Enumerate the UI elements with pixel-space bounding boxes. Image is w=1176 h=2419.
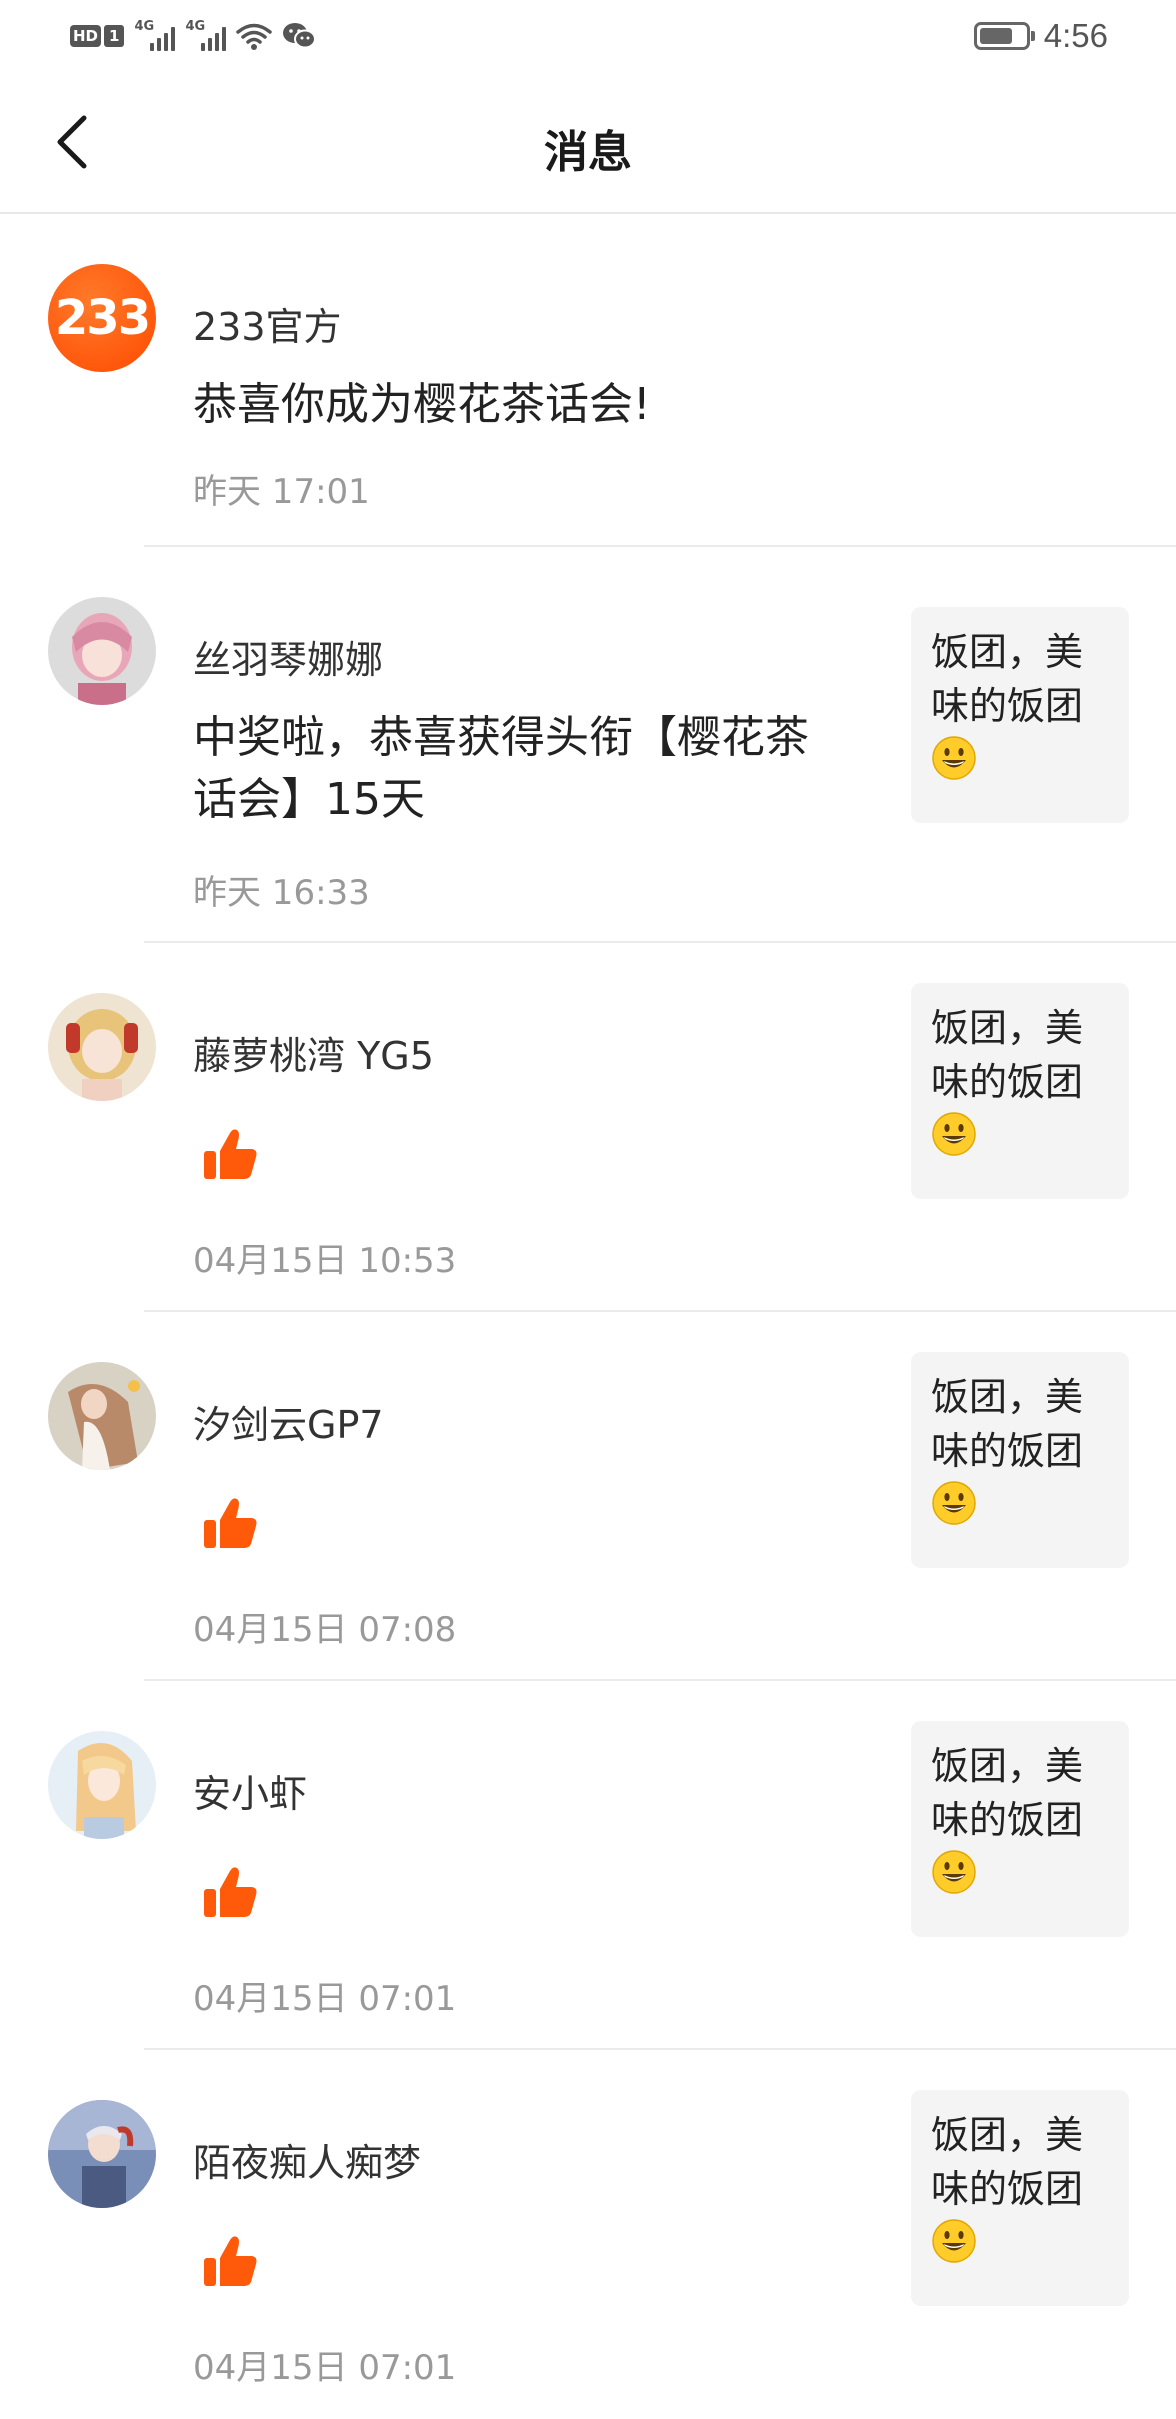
sender-name: 藤萝桃湾 YG5: [193, 1034, 434, 1078]
status-bar: HD 1 4G 4G 4:56: [0, 0, 1176, 72]
avatar[interactable]: [48, 993, 156, 1101]
thumbs-up-icon[interactable]: [200, 1125, 260, 1185]
message-list: 233 233官方 恭喜你成为樱花茶话会! 昨天 17:01 丝羽琴娜娜 中奖啦…: [0, 214, 1176, 2419]
grinning-face-icon: [932, 1481, 976, 1525]
avatar-image: [48, 597, 156, 705]
message-item[interactable]: 丝羽琴娜娜 中奖啦，恭喜获得头衔【樱花茶话会】15天 昨天 16:33 饭团，美…: [0, 547, 1176, 943]
message-item[interactable]: 汐剑云GP7 04月15日 07:08 饭团，美味的饭团: [0, 1312, 1176, 1681]
avatar[interactable]: [48, 1362, 156, 1470]
quoted-content[interactable]: 饭团，美味的饭团: [911, 1721, 1129, 1937]
quoted-text: 饭团，美味的饭团: [931, 2113, 1084, 2211]
quoted-text: 饭团，美味的饭团: [931, 1006, 1084, 1104]
message-time: 昨天 16:33: [193, 873, 370, 913]
message-text: 恭喜你成为樱花茶话会!: [193, 379, 651, 430]
quoted-content[interactable]: 饭团，美味的饭团: [911, 1352, 1129, 1568]
message-time: 04月15日 07:01: [193, 1979, 457, 2019]
status-bar-left: HD 1 4G 4G: [70, 19, 317, 51]
signal-icon-1: 4G: [134, 19, 176, 51]
grinning-face-icon: [932, 1112, 976, 1156]
avatar[interactable]: [48, 597, 156, 705]
grinning-face-icon: [932, 736, 976, 780]
network-type-1: 4G: [134, 19, 155, 34]
message-item[interactable]: 藤萝桃湾 YG5 04月15日 10:53 饭团，美味的饭团: [0, 943, 1176, 1312]
message-time: 04月15日 07:01: [193, 2348, 457, 2388]
grinning-face-icon: [932, 2219, 976, 2263]
sender-name: 丝羽琴娜娜: [193, 638, 384, 682]
avatar[interactable]: [48, 2100, 156, 2208]
sender-name: 汐剑云GP7: [193, 1403, 384, 1447]
hd-badge: HD 1: [70, 22, 125, 50]
avatar-text: 233: [54, 290, 151, 346]
thumbs-up-icon[interactable]: [200, 1863, 260, 1923]
quoted-content[interactable]: 饭团，美味的饭团: [911, 2090, 1129, 2306]
nav-bar: 消息: [0, 72, 1176, 214]
thumbs-up-icon[interactable]: [200, 1494, 260, 1554]
message-time: 04月15日 10:53: [193, 1241, 457, 1281]
message-time: 昨天 17:01: [193, 472, 370, 512]
quoted-text: 饭团，美味的饭团: [931, 1375, 1084, 1473]
avatar-image: [48, 1362, 156, 1470]
message-item[interactable]: 安小虾 04月15日 07:01 饭团，美味的饭团: [0, 1681, 1176, 2050]
message-item[interactable]: 陌夜痴人痴梦 04月15日 07:01 饭团，美味的饭团: [0, 2050, 1176, 2419]
status-bar-right: 4:56: [973, 17, 1108, 55]
avatar[interactable]: [48, 1731, 156, 1839]
grinning-face-icon: [932, 1850, 976, 1894]
quoted-content[interactable]: 饭团，美味的饭团: [911, 983, 1129, 1199]
quoted-content[interactable]: 饭团，美味的饭团: [911, 607, 1129, 823]
sender-name: 安小虾: [193, 1772, 308, 1816]
quoted-text: 饭团，美味的饭团: [931, 630, 1084, 728]
message-item[interactable]: 233 233官方 恭喜你成为樱花茶话会! 昨天 17:01: [0, 214, 1176, 547]
avatar-image: [48, 1731, 156, 1839]
wechat-icon: [283, 23, 317, 49]
sender-name: 陌夜痴人痴梦: [193, 2141, 422, 2185]
signal-icon-2: 4G: [185, 19, 227, 51]
thumbs-up-icon[interactable]: [200, 2232, 260, 2292]
status-time: 4:56: [1043, 17, 1108, 54]
network-type-2: 4G: [185, 19, 206, 34]
sender-name: 233官方: [193, 305, 342, 349]
battery-icon: [973, 22, 1035, 50]
sim-label: 1: [104, 25, 125, 47]
message-text: 中奖啦，恭喜获得头衔【樱花茶话会】15天: [193, 712, 809, 825]
avatar-image: [48, 2100, 156, 2208]
page-title: 消息: [544, 127, 632, 178]
wifi-icon: [236, 23, 273, 50]
avatar-image: [48, 993, 156, 1101]
hd-label: HD: [70, 25, 102, 47]
quoted-text: 饭团，美味的饭团: [931, 1744, 1084, 1842]
message-time: 04月15日 07:08: [193, 1610, 457, 1650]
avatar[interactable]: 233: [48, 264, 156, 372]
